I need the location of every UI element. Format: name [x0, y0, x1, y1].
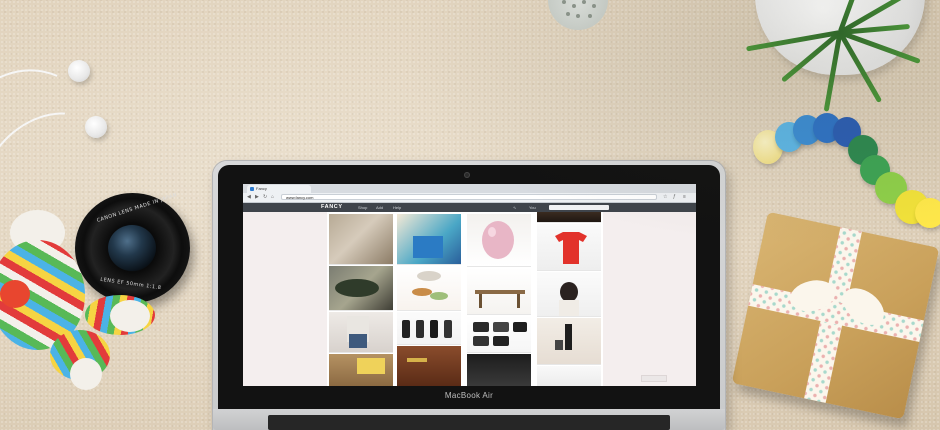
address-bar[interactable]: www.fancy.com: [281, 194, 657, 200]
browser-tab-title: Fancy: [256, 186, 267, 191]
laptop-screen: Fancy ◀ ▶ ↻ ⌂ www.fancy.com ☆ ƒ ≡ FANCY …: [243, 184, 696, 386]
left-margin: [243, 212, 327, 386]
browser-tab[interactable]: Fancy: [247, 185, 311, 193]
laptop-base: [213, 409, 725, 430]
reload-icon[interactable]: ↻: [263, 194, 267, 200]
user-menu[interactable]: You: [529, 205, 536, 210]
gift-box: [731, 211, 940, 420]
browser-toolbar: ◀ ▶ ↻ ⌂ www.fancy.com ☆ ƒ ≡: [243, 193, 696, 203]
extension-icon[interactable]: ƒ: [673, 194, 676, 200]
site-search-input[interactable]: [549, 204, 609, 210]
product-thumbnail-art: [335, 221, 587, 374]
right-margin: [603, 212, 696, 386]
earbud-right: [85, 116, 107, 138]
home-icon[interactable]: ⌂: [271, 194, 274, 200]
site-header: FANCY Shop Add Help ∿ You: [243, 203, 696, 212]
product-grid: [327, 212, 603, 386]
site-logo[interactable]: FANCY: [321, 204, 343, 210]
webcam-icon: [464, 172, 470, 178]
nav-link-help[interactable]: Help: [393, 205, 401, 210]
nav-link-shop[interactable]: Shop: [358, 205, 367, 210]
back-icon[interactable]: ◀: [247, 194, 251, 200]
menu-icon[interactable]: ≡: [683, 194, 686, 200]
earbud-left: [68, 60, 90, 82]
star-icon[interactable]: ☆: [663, 194, 667, 200]
forward-icon[interactable]: ▶: [255, 194, 259, 200]
striped-toy: [0, 210, 160, 410]
nav-link-add[interactable]: Add: [376, 205, 383, 210]
laptop-brand-label: MacBook Air: [444, 391, 494, 400]
macbook-laptop: Fancy ◀ ▶ ↻ ⌂ www.fancy.com ☆ ƒ ≡ FANCY …: [213, 161, 725, 430]
address-bar-url: www.fancy.com: [286, 195, 314, 200]
keyboard-deck: [268, 415, 670, 430]
corner-button[interactable]: [641, 375, 667, 382]
fancy-favicon-icon: [250, 187, 254, 191]
activity-icon[interactable]: ∿: [513, 205, 516, 210]
